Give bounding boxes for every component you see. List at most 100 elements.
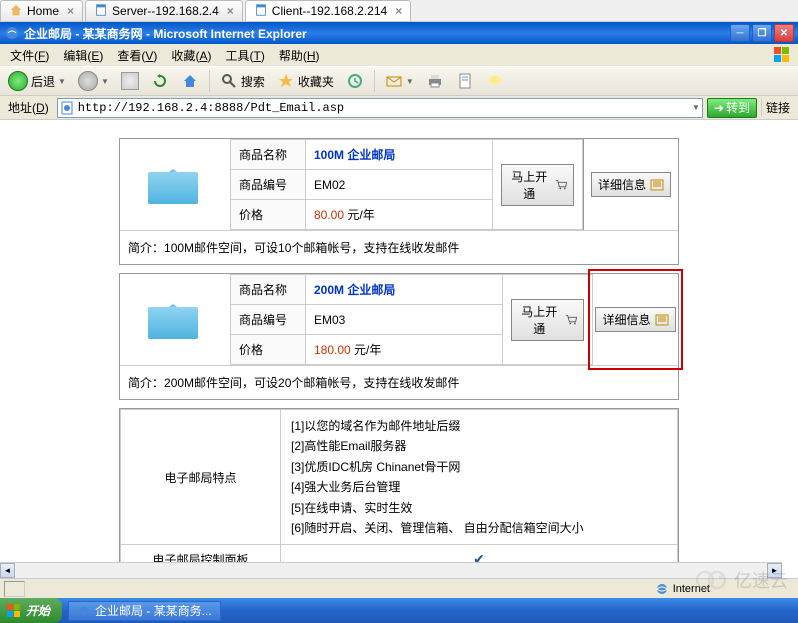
star-icon (277, 72, 295, 90)
product-image (120, 139, 230, 230)
menu-tools[interactable]: 工具(T) (219, 45, 270, 66)
arrow-right-icon: ➜ (714, 101, 724, 115)
forward-icon (78, 71, 98, 91)
close-icon[interactable]: × (227, 4, 234, 18)
maximize-button[interactable]: ❐ (752, 24, 772, 42)
window-titlebar: 企业邮局 - 某某商务网 - Microsoft Internet Explor… (0, 22, 798, 44)
print-icon (426, 72, 444, 90)
address-label: 地址(D) (4, 99, 53, 116)
refresh-button[interactable] (147, 70, 173, 92)
close-icon[interactable]: × (67, 4, 74, 18)
editor-tabs: Home × Server--192.168.2.4 × Client--192… (0, 0, 798, 22)
buy-button[interactable]: 马上开通 (501, 164, 574, 206)
product-name-link[interactable]: 100M 企业邮局 (314, 148, 395, 162)
address-input-wrapper: ▼ (57, 98, 703, 118)
search-button[interactable]: 搜索 (216, 70, 269, 92)
product-price: 80.00 元/年 (306, 200, 493, 230)
discuss-button[interactable] (482, 70, 508, 92)
menu-edit[interactable]: 编辑(E) (57, 45, 109, 66)
close-icon[interactable]: × (395, 4, 402, 18)
history-button[interactable] (342, 70, 368, 92)
product-description: 简介：100M邮件空间，可设10个邮箱帐号，支持在线收发邮件 (120, 231, 678, 265)
taskbar: 开始 企业邮局 - 某某商务... (0, 598, 798, 623)
menu-file[interactable]: 文件(F) (4, 45, 55, 66)
product-image (120, 274, 230, 365)
start-button[interactable]: 开始 (0, 598, 62, 623)
home-button[interactable] (177, 70, 203, 92)
close-button[interactable]: ✕ (774, 24, 794, 42)
watermark: 亿速云 (695, 567, 788, 593)
status-section (4, 581, 25, 597)
discuss-icon (486, 72, 504, 90)
links-label[interactable]: 链接 (761, 99, 794, 116)
back-icon (8, 71, 28, 91)
back-button[interactable]: 后退 ▼ (4, 69, 70, 93)
page-content: 商品名称 100M 企业邮局 马上开通 商品编号 EM02 (0, 120, 798, 582)
envelope-icon (140, 157, 210, 212)
search-icon (220, 72, 238, 90)
product-code: EM02 (306, 170, 493, 200)
forward-button[interactable]: ▼ (74, 69, 113, 93)
field-label: 商品名称 (231, 140, 306, 170)
status-bar: Internet (0, 578, 798, 598)
ie-icon (4, 25, 24, 41)
refresh-icon (151, 72, 169, 90)
field-label: 商品编号 (231, 305, 306, 335)
tab-server[interactable]: Server--192.168.2.4 × (85, 0, 243, 21)
print-button[interactable] (422, 70, 448, 92)
product-code: EM03 (306, 305, 503, 335)
edit-button[interactable] (452, 70, 478, 92)
buy-button[interactable]: 马上开通 (511, 299, 584, 341)
product-description: 简介：200M邮件空间，可设20个邮箱帐号，支持在线收发邮件 (120, 366, 678, 400)
features-label: 电子邮局特点 (121, 410, 281, 545)
address-bar: 地址(D) ▼ ➜ 转到 链接 (0, 96, 798, 120)
tab-client[interactable]: Client--192.168.2.214 × (245, 0, 411, 21)
horizontal-scrollbar[interactable]: ◄ ► (0, 562, 782, 578)
dropdown-icon: ▼ (58, 77, 66, 86)
go-button[interactable]: ➜ 转到 (707, 98, 757, 118)
toolbar: 后退 ▼ ▼ 搜索 收藏夹 ▼ (0, 66, 798, 96)
stop-button[interactable] (117, 70, 143, 92)
menu-favorites[interactable]: 收藏(A) (165, 45, 217, 66)
detail-button[interactable]: 详细信息 (595, 307, 675, 332)
mail-icon (385, 72, 403, 90)
menu-help[interactable]: 帮助(H) (273, 45, 326, 66)
window-title: 企业邮局 - 某某商务网 - Microsoft Internet Explor… (24, 25, 307, 42)
home-icon (9, 3, 23, 20)
cart-icon (565, 314, 577, 326)
windows-flag-icon (754, 45, 794, 65)
page-icon (254, 3, 268, 20)
page-icon (94, 3, 108, 20)
list-icon (655, 314, 669, 326)
product-name-link[interactable]: 200M 企业邮局 (314, 283, 395, 297)
globe-icon (655, 582, 669, 596)
favorites-button[interactable]: 收藏夹 (273, 70, 338, 92)
page-icon (60, 101, 74, 115)
stop-icon (121, 72, 139, 90)
dropdown-icon: ▼ (101, 77, 109, 86)
tab-label: Server--192.168.2.4 (112, 4, 219, 18)
product-card: 商品名称 100M 企业邮局 马上开通 商品编号 EM02 (119, 138, 679, 265)
history-icon (346, 72, 364, 90)
taskbar-app[interactable]: 企业邮局 - 某某商务... (68, 601, 221, 621)
menu-bar: 文件(F) 编辑(E) 查看(V) 收藏(A) 工具(T) 帮助(H) (0, 44, 798, 66)
tab-home[interactable]: Home × (0, 0, 83, 21)
field-label: 价格 (231, 200, 306, 230)
detail-button[interactable]: 详细信息 (591, 172, 671, 197)
scroll-left-button[interactable]: ◄ (0, 563, 15, 578)
product-price: 180.00 元/年 (306, 335, 503, 365)
minimize-button[interactable]: ─ (730, 24, 750, 42)
dropdown-icon[interactable]: ▼ (692, 103, 700, 112)
ie-icon (77, 604, 91, 618)
field-label: 商品名称 (231, 275, 306, 305)
field-label: 商品编号 (231, 170, 306, 200)
windows-flag-icon (6, 603, 22, 619)
highlighted-region: 详细信息 (588, 269, 683, 370)
url-input[interactable] (78, 101, 688, 115)
product-card: 商品名称 200M 企业邮局 马上开通 商品编号 EM03 (119, 273, 679, 400)
cart-icon (555, 179, 567, 191)
mail-button[interactable]: ▼ (381, 70, 418, 92)
edit-icon (456, 72, 474, 90)
menu-view[interactable]: 查看(V) (111, 45, 163, 66)
features-table: 电子邮局特点 [1]以您的域名作为邮件地址后缀 [2]高性能Email服务器 [… (119, 408, 679, 576)
